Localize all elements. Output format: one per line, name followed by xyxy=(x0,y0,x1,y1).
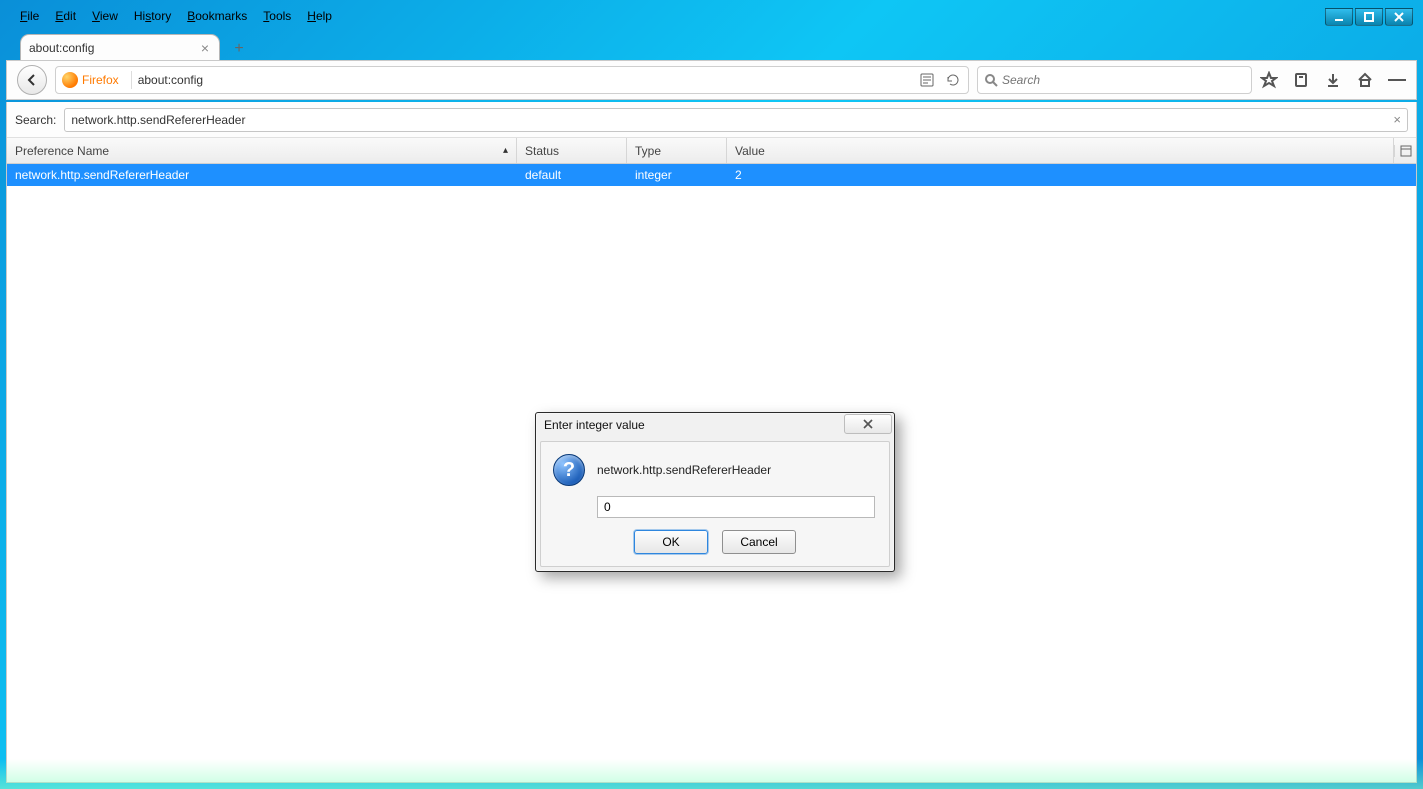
column-value[interactable]: Value xyxy=(727,138,1394,163)
reader-mode-icon[interactable] xyxy=(918,71,936,89)
navigation-toolbar: Firefox about:config xyxy=(6,60,1417,100)
menu-tools[interactable]: Tools xyxy=(257,6,297,26)
identity-label: Firefox xyxy=(82,73,119,87)
new-tab-button[interactable]: + xyxy=(226,38,252,60)
reload-icon[interactable] xyxy=(944,71,962,89)
config-search-label: Search: xyxy=(15,113,56,127)
search-bar[interactable] xyxy=(977,66,1252,94)
tab-about-config[interactable]: about:config × xyxy=(20,34,220,60)
menu-view[interactable]: View xyxy=(86,6,124,26)
config-search-input[interactable] xyxy=(71,113,1393,127)
about-config-page: Search: × Preference Name ▴ Status Type … xyxy=(6,102,1417,783)
column-type[interactable]: Type xyxy=(627,138,727,163)
home-icon[interactable] xyxy=(1356,71,1374,89)
dialog-title: Enter integer value xyxy=(544,418,645,432)
sort-ascending-icon: ▴ xyxy=(503,145,508,156)
menu-edit[interactable]: Edit xyxy=(49,6,82,26)
config-search-box[interactable]: × xyxy=(64,108,1408,132)
url-bar[interactable]: Firefox about:config xyxy=(55,66,969,94)
config-search-row: Search: × xyxy=(7,102,1416,138)
plus-icon: + xyxy=(234,41,243,57)
tab-close-icon[interactable]: × xyxy=(199,40,211,56)
dialog-close-button[interactable] xyxy=(844,414,892,434)
enter-integer-dialog: Enter integer value ? network.http.sendR… xyxy=(535,412,895,572)
config-table-header: Preference Name ▴ Status Type Value xyxy=(7,138,1416,164)
pocket-icon[interactable] xyxy=(1292,71,1310,89)
search-icon xyxy=(984,73,998,87)
os-close-button[interactable] xyxy=(1385,8,1413,26)
config-row-selected[interactable]: network.http.sendRefererHeader default i… xyxy=(7,164,1416,186)
os-minimize-button[interactable] xyxy=(1325,8,1353,26)
question-icon: ? xyxy=(553,454,585,486)
row-pref-name: network.http.sendRefererHeader xyxy=(7,168,517,182)
menu-bar: FFileile Edit View History Bookmarks Too… xyxy=(6,6,1417,26)
menu-file[interactable]: FFileile xyxy=(14,6,45,26)
search-input[interactable] xyxy=(1002,73,1245,87)
column-preference-name[interactable]: Preference Name ▴ xyxy=(7,138,517,163)
tab-strip: about:config × + xyxy=(6,30,1417,60)
os-maximize-button[interactable] xyxy=(1355,8,1383,26)
column-status[interactable]: Status xyxy=(517,138,627,163)
back-button[interactable] xyxy=(17,65,47,95)
menu-history[interactable]: History xyxy=(128,6,177,26)
ok-button[interactable]: OK xyxy=(634,530,708,554)
downloads-icon[interactable] xyxy=(1324,71,1342,89)
dialog-integer-input[interactable] xyxy=(597,496,875,518)
firefox-icon xyxy=(62,72,78,88)
row-pref-value: 2 xyxy=(727,168,1416,182)
hamburger-menu-icon[interactable] xyxy=(1388,71,1406,89)
row-pref-type: integer xyxy=(627,168,727,182)
tab-title: about:config xyxy=(29,41,199,55)
row-pref-status: default xyxy=(517,168,627,182)
cancel-button[interactable]: Cancel xyxy=(722,530,796,554)
url-text: about:config xyxy=(138,73,203,87)
clear-search-icon[interactable]: × xyxy=(1393,112,1401,127)
dialog-pref-label: network.http.sendRefererHeader xyxy=(597,463,771,477)
dialog-titlebar[interactable]: Enter integer value xyxy=(536,413,894,437)
menu-bookmarks[interactable]: Bookmarks xyxy=(181,6,253,26)
menu-help[interactable]: Help xyxy=(301,6,338,26)
column-picker-icon[interactable] xyxy=(1394,145,1416,157)
bookmark-star-icon[interactable] xyxy=(1260,71,1278,89)
